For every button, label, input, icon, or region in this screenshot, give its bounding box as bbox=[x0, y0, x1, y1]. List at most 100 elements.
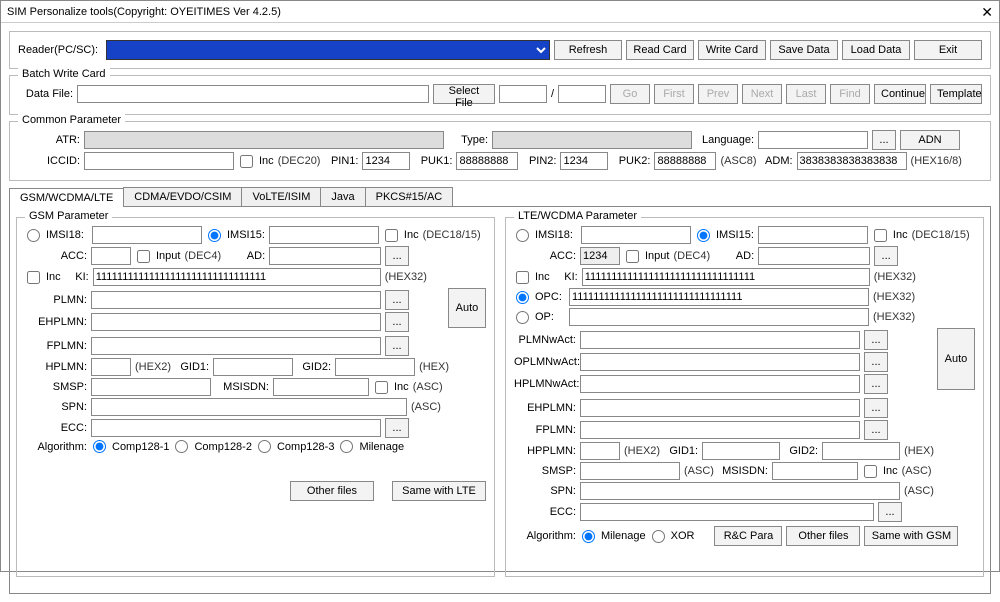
adn-button[interactable]: ADN bbox=[900, 130, 960, 150]
gsm-auto-button[interactable]: Auto bbox=[448, 288, 486, 328]
lte-ecc-more-button[interactable]: ... bbox=[878, 502, 902, 522]
gsm-msisdn-input[interactable] bbox=[273, 378, 369, 396]
gsm-ehplmn-input[interactable] bbox=[91, 313, 381, 331]
go-button[interactable]: Go bbox=[610, 84, 650, 104]
gsm-algo-comp128-1-radio[interactable] bbox=[93, 440, 106, 453]
gsm-gid1-input[interactable] bbox=[213, 358, 293, 376]
lte-ad-more-button[interactable]: ... bbox=[874, 246, 898, 266]
write-card-button[interactable]: Write Card bbox=[698, 40, 766, 60]
reader-select[interactable] bbox=[106, 40, 550, 60]
lte-imsi15-radio[interactable] bbox=[697, 229, 710, 242]
lte-spn-input[interactable] bbox=[580, 482, 900, 500]
gsm-spn-input[interactable] bbox=[91, 398, 407, 416]
lte-gid1-input[interactable] bbox=[702, 442, 780, 460]
lte-smsp-input[interactable] bbox=[580, 462, 680, 480]
last-button[interactable]: Last bbox=[786, 84, 826, 104]
lte-op-input[interactable] bbox=[569, 308, 869, 326]
lte-oplmnwact-input[interactable] bbox=[580, 353, 860, 371]
gsm-algo-comp128-3-radio[interactable] bbox=[258, 440, 271, 453]
lte-plmnwact-more-button[interactable]: ... bbox=[864, 330, 888, 350]
continue-button[interactable]: Continue bbox=[874, 84, 926, 104]
gsm-fplmn-input[interactable] bbox=[91, 337, 381, 355]
lte-imsi18-input[interactable] bbox=[581, 226, 691, 244]
lte-auto-button[interactable]: Auto bbox=[937, 328, 975, 390]
close-icon[interactable]: ✕ bbox=[981, 1, 993, 23]
lte-hplmnwact-more-button[interactable]: ... bbox=[864, 374, 888, 394]
gsm-msisdn-inc-checkbox[interactable] bbox=[375, 381, 388, 394]
tab-java[interactable]: Java bbox=[320, 187, 365, 206]
lte-algo-xor-radio[interactable] bbox=[652, 530, 665, 543]
batch-total-input[interactable] bbox=[558, 85, 606, 103]
gsm-plmn-input[interactable] bbox=[91, 291, 381, 309]
refresh-button[interactable]: Refresh bbox=[554, 40, 622, 60]
find-button[interactable]: Find bbox=[830, 84, 870, 104]
gsm-smsp-input[interactable] bbox=[91, 378, 211, 396]
type-input[interactable] bbox=[492, 131, 692, 149]
language-more-button[interactable]: ... bbox=[872, 130, 896, 150]
next-button[interactable]: Next bbox=[742, 84, 782, 104]
gsm-ki-inc-checkbox[interactable] bbox=[27, 271, 40, 284]
read-card-button[interactable]: Read Card bbox=[626, 40, 694, 60]
lte-imsi15-input[interactable] bbox=[758, 226, 868, 244]
tab-gsm-wcdma-lte[interactable]: GSM/WCDMA/LTE bbox=[9, 188, 124, 207]
adm-input[interactable] bbox=[797, 152, 907, 170]
gsm-imsi15-radio[interactable] bbox=[208, 229, 221, 242]
atr-input[interactable] bbox=[84, 131, 444, 149]
tab-pkcs15-ac[interactable]: PKCS#15/AC bbox=[365, 187, 454, 206]
lte-fplmn-input[interactable] bbox=[580, 421, 860, 439]
gsm-ad-input[interactable] bbox=[269, 247, 381, 265]
puk2-input[interactable] bbox=[654, 152, 716, 170]
lte-ehplmn-more-button[interactable]: ... bbox=[864, 398, 888, 418]
lte-same-with-gsm-button[interactable]: Same with GSM bbox=[864, 526, 958, 546]
select-file-button[interactable]: Select File bbox=[433, 84, 495, 104]
iccid-input[interactable] bbox=[84, 152, 234, 170]
first-button[interactable]: First bbox=[654, 84, 694, 104]
lte-hpplmn-input[interactable] bbox=[580, 442, 620, 460]
puk1-input[interactable] bbox=[456, 152, 518, 170]
lte-ki-inc-checkbox[interactable] bbox=[516, 271, 529, 284]
lte-imsi18-radio[interactable] bbox=[516, 229, 529, 242]
lte-msisdn-inc-checkbox[interactable] bbox=[864, 465, 877, 478]
exit-button[interactable]: Exit bbox=[914, 40, 982, 60]
gsm-acc-input-checkbox[interactable] bbox=[137, 250, 150, 263]
lte-ehplmn-input[interactable] bbox=[580, 399, 860, 417]
gsm-fplmn-more-button[interactable]: ... bbox=[385, 336, 409, 356]
gsm-imsi18-radio[interactable] bbox=[27, 229, 40, 242]
lte-imsi-inc-checkbox[interactable] bbox=[874, 229, 887, 242]
pin1-input[interactable] bbox=[362, 152, 410, 170]
load-data-button[interactable]: Load Data bbox=[842, 40, 910, 60]
tab-volte-isim[interactable]: VoLTE/ISIM bbox=[241, 187, 321, 206]
datafile-input[interactable] bbox=[77, 85, 429, 103]
lte-ad-input[interactable] bbox=[758, 247, 870, 265]
gsm-acc-input[interactable] bbox=[91, 247, 131, 265]
lte-ki-input[interactable] bbox=[582, 268, 870, 286]
lte-hplmnwact-input[interactable] bbox=[580, 375, 860, 393]
pin2-input[interactable] bbox=[560, 152, 608, 170]
lte-opc-radio[interactable] bbox=[516, 291, 529, 304]
lte-op-radio[interactable] bbox=[516, 311, 529, 324]
gsm-ehplmn-more-button[interactable]: ... bbox=[385, 312, 409, 332]
lte-rc-para-button[interactable]: R&C Para bbox=[714, 526, 782, 546]
batch-pos-input[interactable] bbox=[499, 85, 547, 103]
gsm-algo-comp128-2-radio[interactable] bbox=[175, 440, 188, 453]
gsm-ad-more-button[interactable]: ... bbox=[385, 246, 409, 266]
lte-msisdn-input[interactable] bbox=[772, 462, 858, 480]
gsm-ecc-more-button[interactable]: ... bbox=[385, 418, 409, 438]
lte-acc-input[interactable] bbox=[580, 247, 620, 265]
lte-opc-input[interactable] bbox=[569, 288, 869, 306]
language-input[interactable] bbox=[758, 131, 868, 149]
template-button[interactable]: Template bbox=[930, 84, 982, 104]
lte-other-files-button[interactable]: Other files bbox=[786, 526, 860, 546]
lte-plmnwact-input[interactable] bbox=[580, 331, 860, 349]
gsm-ki-input[interactable] bbox=[93, 268, 381, 286]
gsm-same-with-lte-button[interactable]: Same with LTE bbox=[392, 481, 486, 501]
gsm-imsi18-input[interactable] bbox=[92, 226, 202, 244]
gsm-imsi-inc-checkbox[interactable] bbox=[385, 229, 398, 242]
iccid-inc-checkbox[interactable] bbox=[240, 155, 253, 168]
tab-cdma-evdo-csim[interactable]: CDMA/EVDO/CSIM bbox=[123, 187, 242, 206]
gsm-imsi15-input[interactable] bbox=[269, 226, 379, 244]
lte-algo-milenage-radio[interactable] bbox=[582, 530, 595, 543]
lte-oplmnwact-more-button[interactable]: ... bbox=[864, 352, 888, 372]
gsm-other-files-button[interactable]: Other files bbox=[290, 481, 374, 501]
lte-acc-input-checkbox[interactable] bbox=[626, 250, 639, 263]
